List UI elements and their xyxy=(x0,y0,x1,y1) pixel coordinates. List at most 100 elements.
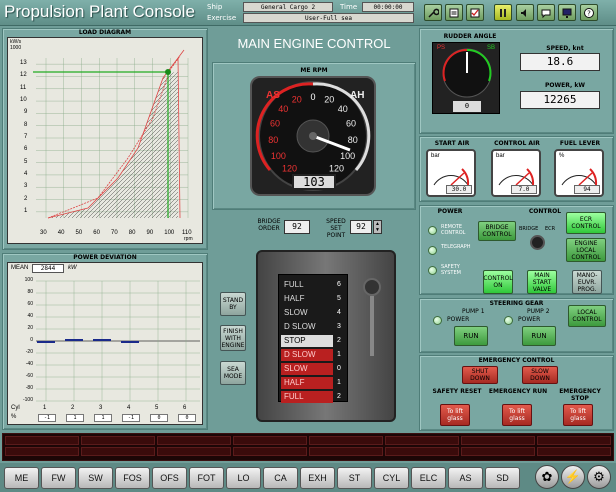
pd-deviation-value: 0 xyxy=(178,414,196,422)
slow-down-button[interactable]: SLOW DOWN xyxy=(522,366,558,384)
speed-set-stepper[interactable]: ▲ ▼ xyxy=(373,220,382,234)
shut-down-button[interactable]: SHUT DOWN xyxy=(462,366,498,384)
pd-deviation-value: -1 xyxy=(38,414,56,422)
svg-text:?: ? xyxy=(587,9,591,17)
power-select-title: POWER xyxy=(437,208,463,215)
tab-exh[interactable]: EXH xyxy=(300,467,335,489)
chat-icon[interactable] xyxy=(537,4,555,21)
pd-ytick: -40 xyxy=(25,361,33,367)
ld-xtick: 80 xyxy=(128,230,136,236)
speaker-icon[interactable] xyxy=(516,4,534,21)
tab-fw[interactable]: FW xyxy=(41,467,76,489)
rpm-tick-ah: 80 xyxy=(348,135,358,145)
rpm-tick-ah: 20 xyxy=(324,94,334,104)
pd-bar xyxy=(37,341,55,343)
pump2-label: PUMP 2 xyxy=(527,308,550,315)
bridge-control-button[interactable]: BRIDGE CONTROL xyxy=(478,221,516,241)
checkbox-icon[interactable] xyxy=(466,4,484,21)
telegraph-number: 1 xyxy=(337,351,341,358)
ld-xtick: 100 xyxy=(164,230,175,236)
safety-reset-glass-button[interactable]: To lift glass xyxy=(440,404,470,426)
rpm-tick-as: 20 xyxy=(292,94,302,104)
tab-fos[interactable]: FOS xyxy=(115,467,150,489)
pd-ytick: -60 xyxy=(25,373,33,379)
engine-local-control-button[interactable]: ENGINE LOCAL CONTROL xyxy=(566,238,606,262)
power-select-led[interactable] xyxy=(428,226,437,235)
pd-bar xyxy=(65,339,83,341)
finish-with-engine-button[interactable]: FINISH WITH ENGINE xyxy=(220,325,246,351)
pd-cyl-number: 2 xyxy=(71,405,75,411)
pd-ytick: 20 xyxy=(27,325,33,331)
emergency-stop-glass-button[interactable]: To lift glass xyxy=(563,404,593,426)
rpm-tick-ah: 120 xyxy=(329,163,344,173)
power-select-led[interactable] xyxy=(428,266,437,275)
telegraph-position[interactable]: SLOW xyxy=(281,363,333,375)
tab-as[interactable]: AS xyxy=(448,467,483,489)
lightning-icon[interactable]: ⚡ xyxy=(561,465,585,489)
alarm-cell xyxy=(385,447,459,456)
rpm-tick-as: 40 xyxy=(278,104,288,114)
pd-deviation-value: 0 xyxy=(150,414,168,422)
pump1-power-led xyxy=(433,316,442,325)
fan-icon[interactable]: ✿ xyxy=(535,465,559,489)
ld-ytick: 1 xyxy=(24,207,28,214)
telegraph-position[interactable]: FULL xyxy=(281,279,333,291)
pump2-run-button[interactable]: RUN xyxy=(522,326,556,346)
tab-fot[interactable]: FOT xyxy=(189,467,224,489)
telegraph-knob[interactable] xyxy=(363,278,381,296)
steering-local-control-button[interactable]: LOCAL CONTROL xyxy=(568,305,606,327)
stand-by-button[interactable]: STAND BY xyxy=(220,292,246,316)
pd-ytick: 60 xyxy=(27,301,33,307)
telegraph-position[interactable]: FULL xyxy=(281,391,333,403)
telegraph-position[interactable]: D SLOW xyxy=(281,321,333,333)
rudder-sb: SB xyxy=(487,45,496,51)
main-start-valve-button[interactable]: MAIN START VALVE xyxy=(527,270,557,294)
tab-sw[interactable]: SW xyxy=(78,467,113,489)
tab-ca[interactable]: CA xyxy=(263,467,298,489)
help-icon[interactable]: ? xyxy=(580,4,598,21)
pd-ytick: 40 xyxy=(27,313,33,319)
gear-icon[interactable]: ⚙ xyxy=(587,465,611,489)
telegraph-position[interactable]: HALF xyxy=(281,293,333,305)
exercise-field: User-Full sea xyxy=(243,13,414,23)
rpm-tick-ah: 40 xyxy=(338,104,348,114)
pump1-run-button[interactable]: RUN xyxy=(454,326,488,346)
ecr-control-button[interactable]: ECR CONTROL xyxy=(566,212,606,234)
monitor-icon[interactable] xyxy=(558,4,576,21)
checklist-icon[interactable] xyxy=(445,4,463,21)
tab-cyl[interactable]: CYL xyxy=(374,467,409,489)
telegraph-lever[interactable] xyxy=(370,296,374,356)
telegraph-number: 0 xyxy=(337,365,341,372)
alarm-cell xyxy=(309,436,383,445)
telegraph-position[interactable]: STOP xyxy=(281,335,333,347)
sea-mode-button[interactable]: SEA MODE xyxy=(220,361,246,385)
telegraph[interactable]: FULL HALF SLOW D SLOW STOP D SLOW SLOW HALF FULL… xyxy=(256,250,396,422)
telegraph-position[interactable]: D SLOW xyxy=(281,349,333,361)
emergency-run-glass-button[interactable]: To lift glass xyxy=(502,404,532,426)
telegraph-position[interactable]: HALF xyxy=(281,377,333,389)
fuel-lever-title: FUEL LEVER xyxy=(559,140,601,147)
tab-elc[interactable]: ELC xyxy=(411,467,446,489)
ld-xtick: 50 xyxy=(75,230,83,236)
telegraph-number: 3 xyxy=(337,323,341,330)
control-on-button[interactable]: CONTROL ON xyxy=(483,270,513,294)
manoeuvre-prog-button[interactable]: MANO-EUVR. PROG. xyxy=(572,270,602,294)
ld-ytick: 5 xyxy=(24,158,28,165)
emergency-stop-label: EMERGENCY STOP xyxy=(559,388,601,402)
ld-ytick: 12 xyxy=(20,72,27,79)
wrench-icon[interactable] xyxy=(424,4,442,21)
speed-set-value: 92 xyxy=(350,220,372,234)
bridge-ecr-selector[interactable] xyxy=(530,235,545,250)
tab-st[interactable]: ST xyxy=(337,467,372,489)
power-select-led[interactable] xyxy=(428,246,437,255)
tab-ofs[interactable]: OFS xyxy=(152,467,187,489)
pause-icon[interactable] xyxy=(494,4,512,21)
telegraph-position[interactable]: SLOW xyxy=(281,307,333,319)
ld-ytick: 10 xyxy=(20,97,27,104)
tab-me[interactable]: ME xyxy=(4,467,39,489)
ld-xtick: 70 xyxy=(111,230,118,236)
tab-lo[interactable]: LO xyxy=(226,467,261,489)
tab-sd[interactable]: SD xyxy=(485,467,520,489)
air-gauge-unit: % xyxy=(559,153,565,159)
rpm-tick-ah: 60 xyxy=(346,119,356,129)
